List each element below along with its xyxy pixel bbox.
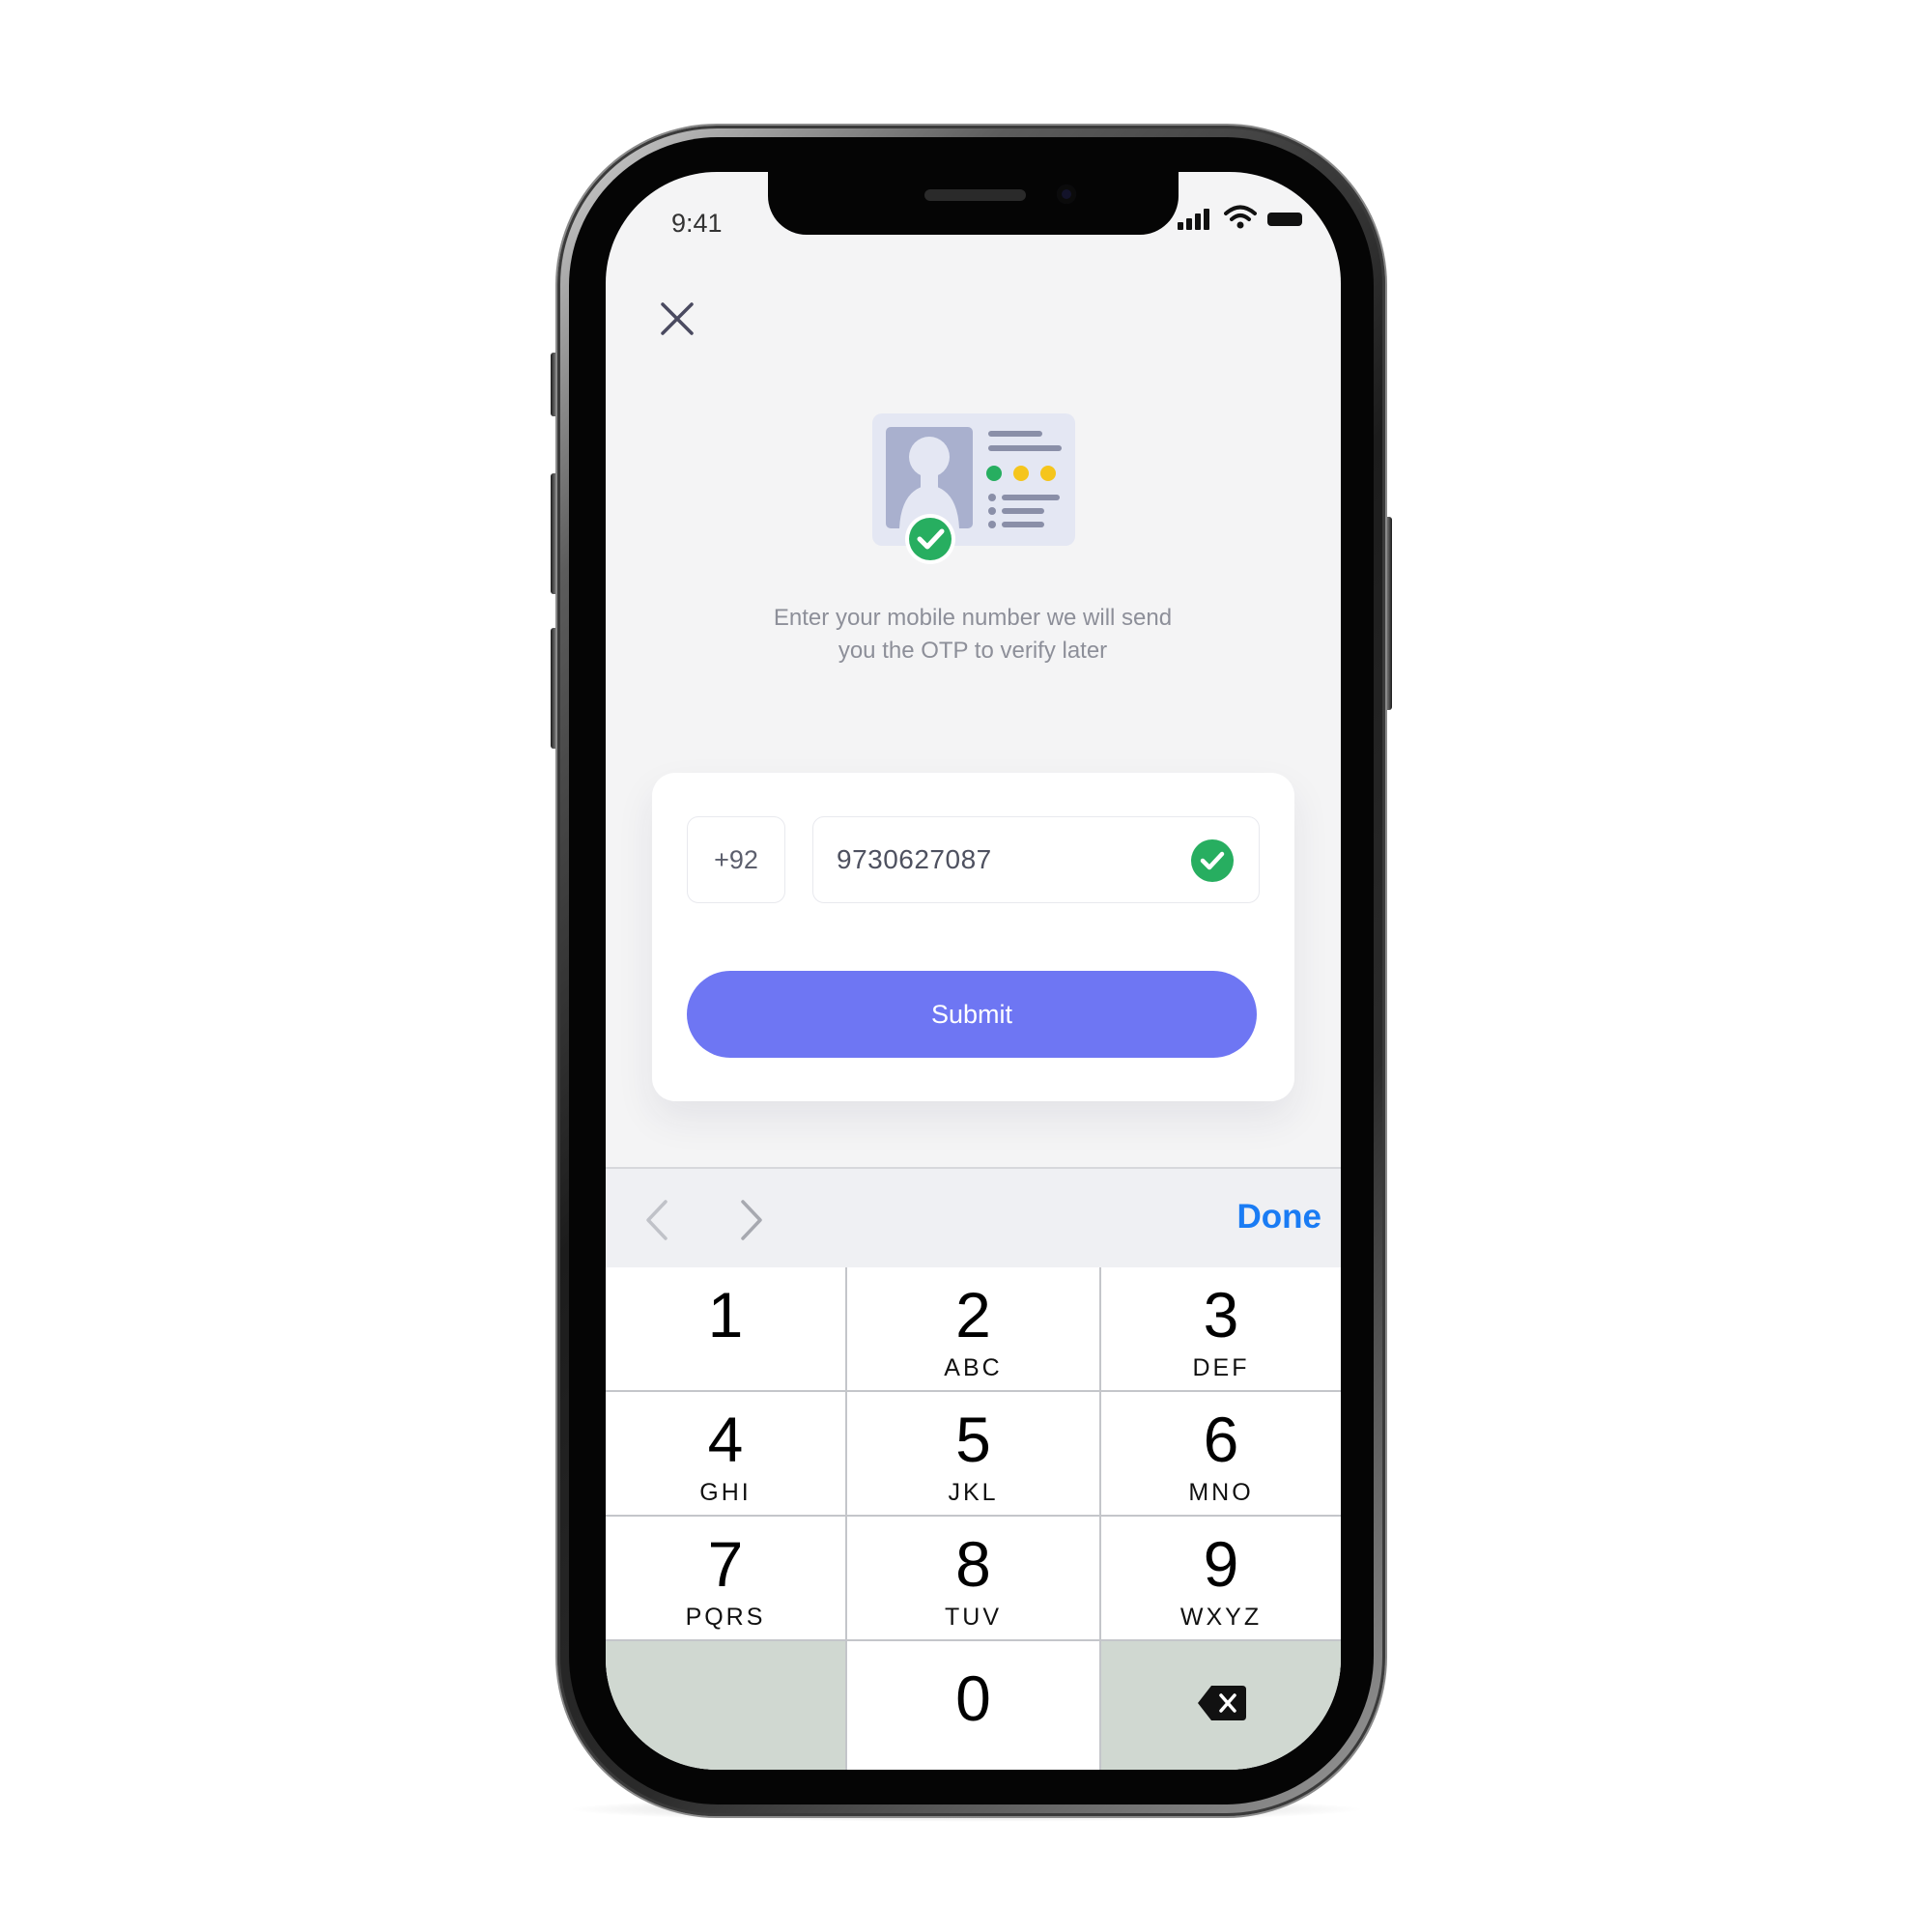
key-number: 0 [955, 1662, 991, 1734]
key-letters: ABC [944, 1354, 1003, 1381]
key-number: 1 [707, 1279, 744, 1350]
front-camera [1057, 185, 1076, 204]
chevron-right-icon[interactable] [731, 1196, 770, 1244]
close-icon[interactable] [656, 298, 698, 340]
notch [768, 172, 1179, 235]
key-number: 9 [1203, 1528, 1239, 1600]
key-letters: WXYZ [1179, 1604, 1263, 1631]
key-number: 5 [955, 1404, 991, 1475]
delete-key[interactable] [1101, 1641, 1341, 1770]
keyboard-toolbar: Done [606, 1167, 1341, 1269]
id-card-verified-icon [872, 413, 1075, 564]
signal-bar [1204, 209, 1209, 230]
phone-form-card: +92 9730627087 Submit [652, 773, 1294, 1101]
instruction-text: Enter your mobile number we will send yo… [702, 602, 1243, 668]
numeric-keypad: 1 2 ABC 3 DEF 4 GHI 5 JKL 6 MNO 7 PQRS 8… [606, 1267, 1341, 1770]
key-letters: TUV [945, 1604, 1002, 1631]
key-letters: JKL [948, 1479, 999, 1506]
done-button[interactable]: Done [1237, 1198, 1322, 1236]
status-time: 9:41 [671, 209, 723, 238]
key-number: 2 [955, 1279, 991, 1350]
key-6[interactable]: 6 MNO [1101, 1392, 1341, 1515]
earpiece-speaker [924, 189, 1026, 201]
key-9[interactable]: 9 WXYZ [1101, 1517, 1341, 1639]
submit-button[interactable]: Submit [687, 971, 1257, 1058]
phone-screen: 9:41 Enter your mobile number we will se… [606, 172, 1341, 1770]
key-0[interactable]: 0 [847, 1641, 1099, 1770]
phone-number-value: 9730627087 [837, 844, 992, 874]
key-2[interactable]: 2 ABC [847, 1267, 1099, 1390]
instruction-line-2: you the OTP to verify later [838, 638, 1108, 664]
country-code-field[interactable]: +92 [687, 816, 785, 903]
signal-icon [1178, 205, 1212, 230]
key-number: 3 [1203, 1279, 1239, 1350]
key-4[interactable]: 4 GHI [606, 1392, 845, 1515]
key-number: 6 [1203, 1404, 1239, 1475]
key-1[interactable]: 1 [606, 1267, 845, 1390]
key-number: 4 [707, 1404, 744, 1475]
key-letters: DEF [1192, 1354, 1250, 1381]
battery-icon [1267, 213, 1302, 226]
backspace-icon [1198, 1686, 1246, 1720]
key-letters: MNO [1188, 1479, 1254, 1506]
key-blank [606, 1641, 845, 1770]
signal-bar [1195, 213, 1201, 230]
chevron-left-icon[interactable] [639, 1196, 677, 1244]
wifi-icon [1224, 205, 1257, 229]
key-number: 8 [955, 1528, 991, 1600]
key-letters: GHI [699, 1479, 752, 1506]
signal-bar [1178, 222, 1183, 230]
key-3[interactable]: 3 DEF [1101, 1267, 1341, 1390]
signal-bar [1186, 218, 1192, 230]
status-icons [1178, 205, 1313, 234]
check-circle-icon [1191, 839, 1234, 882]
key-8[interactable]: 8 TUV [847, 1517, 1099, 1639]
stage: 9:41 Enter your mobile number we will se… [0, 0, 1932, 1932]
key-5[interactable]: 5 JKL [847, 1392, 1099, 1515]
key-letters: PQRS [685, 1604, 766, 1631]
phone-number-field[interactable]: 9730627087 [812, 816, 1260, 903]
key-number: 7 [707, 1528, 744, 1600]
instruction-line-1: Enter your mobile number we will send [773, 605, 1173, 631]
key-7[interactable]: 7 PQRS [606, 1517, 845, 1639]
